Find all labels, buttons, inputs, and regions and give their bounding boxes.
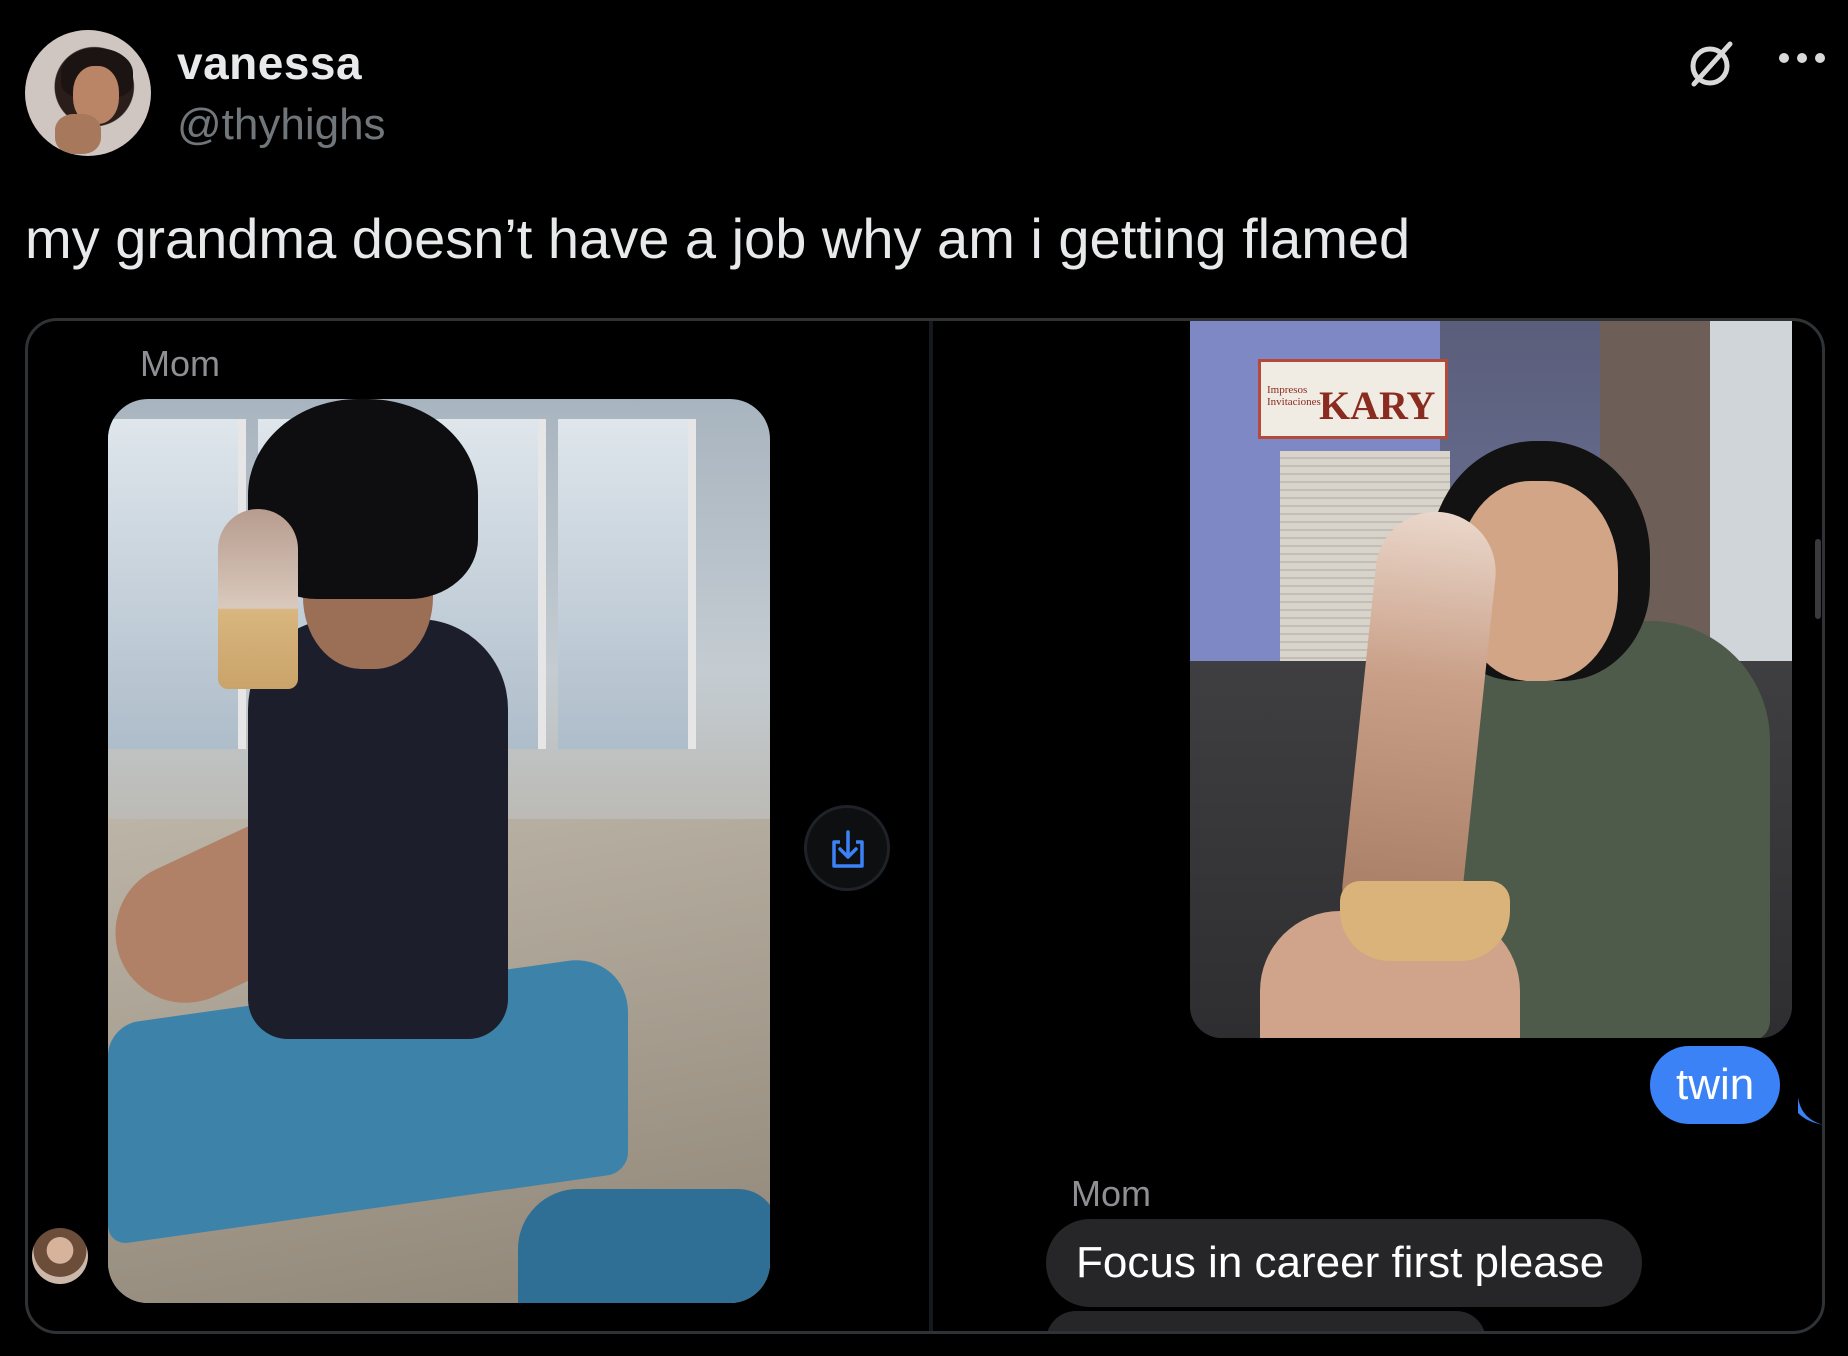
user-handle[interactable]: @thyhighs — [177, 100, 386, 150]
photo-store-sign: Impresos Invitaciones KARY — [1258, 359, 1448, 439]
avatar-hand — [55, 114, 101, 154]
incoming-message-bubble: Focus in career first please — [1046, 1219, 1643, 1307]
profile-avatar[interactable] — [25, 30, 151, 156]
grok-slash-circle-icon[interactable] — [1684, 36, 1740, 92]
sender-label: Mom — [140, 343, 220, 384]
download-icon — [832, 830, 864, 868]
download-button[interactable] — [804, 805, 890, 891]
incoming-message-bubble-partial — [1046, 1311, 1486, 1331]
tweet-text: my grandma doesn’t have a job why am i g… — [25, 207, 1411, 270]
photo-window — [558, 419, 696, 749]
more-dots-icon[interactable] — [1776, 48, 1828, 68]
grandma-ice-cream-photo[interactable] — [108, 399, 770, 1303]
bubble-tail — [1798, 1097, 1822, 1125]
outgoing-message-bubble: twin — [1650, 1046, 1781, 1124]
store-sign-small-text: Impresos Invitaciones — [1267, 384, 1321, 408]
scroll-indicator — [1815, 539, 1821, 619]
photo-ice-cream-cone — [1340, 881, 1510, 961]
tweet-media[interactable]: Mom Impresos Invitaciones KARY twin Mom … — [25, 318, 1825, 1334]
contact-avatar — [32, 1228, 88, 1284]
panel-divider — [929, 321, 933, 1331]
store-sign-text: KARY — [1319, 383, 1436, 428]
photo-ice-cream-cone — [218, 509, 298, 689]
display-name[interactable]: vanessa — [177, 36, 362, 90]
photo-towel — [518, 1189, 770, 1303]
sender-label: Mom — [1071, 1173, 1151, 1214]
self-ice-cream-photo[interactable]: Impresos Invitaciones KARY — [1190, 321, 1792, 1038]
